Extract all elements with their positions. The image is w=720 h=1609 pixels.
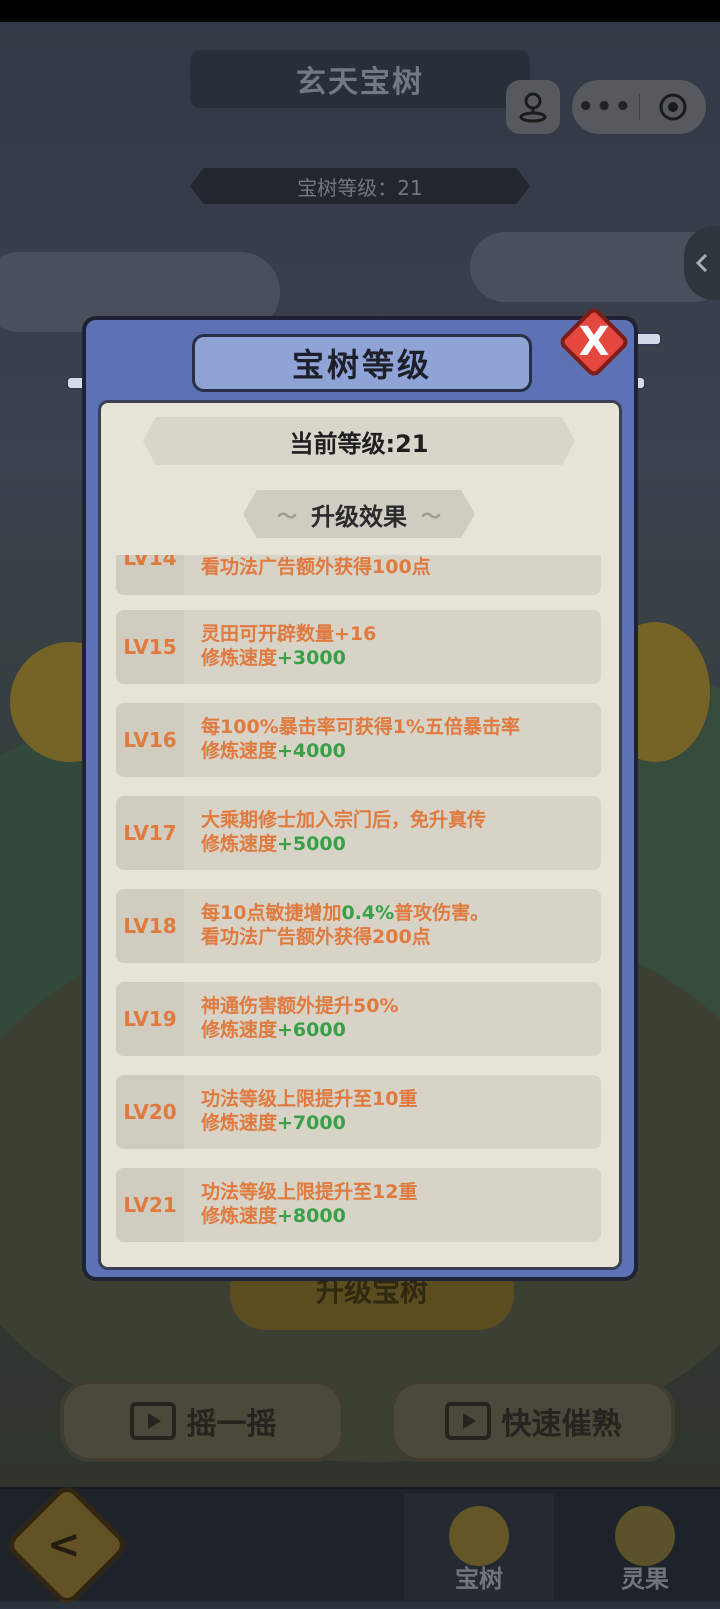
level-label: LV14: [116, 555, 184, 595]
dialog-content: 当前等级:21 〜 升级效果 〜 LV14 看功法广告额外获得100点 LV15…: [98, 400, 622, 1270]
level-row: LV15 灵田可开辟数量+16 修炼速度+3000: [116, 610, 601, 684]
level-effect-text: 每10点敏捷增加0.4%普攻伤害。 看功法广告额外获得200点: [201, 901, 593, 949]
level-row: LV14 看功法广告额外获得100点: [116, 555, 601, 595]
level-effect-text: 看功法广告额外获得100点: [201, 555, 593, 579]
level-label: LV21: [116, 1168, 184, 1242]
level-effect-list[interactable]: LV14 看功法广告额外获得100点 LV15 灵田可开辟数量+16 修炼速度+…: [101, 555, 619, 1267]
effect-value: +5000: [277, 833, 346, 855]
effect-title-label: 升级效果: [311, 502, 407, 531]
effect-line: 大乘期修士加入宗门后，免升真传: [201, 809, 487, 831]
effect-line: 功法等级上限提升至12重: [201, 1181, 418, 1203]
dialog-title: 宝树等级: [192, 334, 532, 392]
effect-line-part: 每10点敏捷增加: [201, 902, 342, 924]
level-label: LV18: [116, 889, 184, 963]
tree-level-dialog: 宝树等级 当前等级:21 〜 升级效果 〜 LV14 看功法广告额外获得100点…: [82, 316, 638, 1281]
level-effect-text: 功法等级上限提升至10重 修炼速度+7000: [201, 1087, 593, 1135]
effect-value: 0.4%: [341, 902, 395, 924]
close-icon: X: [578, 319, 610, 365]
level-effect-text: 每100%暴击率可获得1%五倍暴击率 修炼速度+4000: [201, 715, 593, 763]
level-label: LV16: [116, 703, 184, 777]
level-effect-text: 神通伤害额外提升50% 修炼速度+6000: [201, 994, 593, 1042]
effect-value: +8000: [277, 1205, 346, 1227]
current-level: 当前等级:21: [143, 417, 575, 465]
effect-value: +6000: [277, 1019, 346, 1041]
effect-line: 灵田可开辟数量+16: [201, 623, 377, 645]
cloud-swirl-icon: 〜: [421, 503, 441, 528]
effect-line: 看功法广告额外获得200点: [201, 926, 431, 948]
level-row: LV21 功法等级上限提升至12重 修炼速度+8000: [116, 1168, 601, 1242]
effect-value: +3000: [277, 647, 346, 669]
level-label: LV17: [116, 796, 184, 870]
effect-section-title: 〜 升级效果 〜: [243, 490, 475, 538]
level-row: LV17 大乘期修士加入宗门后，免升真传 修炼速度+5000: [116, 796, 601, 870]
effect-line: 看功法广告额外获得100点: [201, 556, 431, 578]
effect-line-prefix: 修炼速度: [201, 647, 278, 669]
effect-line: 每100%暴击率可获得1%五倍暴击率: [201, 716, 520, 738]
level-label: LV19: [116, 982, 184, 1056]
effect-value: +7000: [277, 1112, 346, 1134]
close-dialog-button[interactable]: X: [557, 305, 631, 379]
cloud-swirl-icon: 〜: [277, 503, 297, 528]
level-effect-text: 大乘期修士加入宗门后，免升真传 修炼速度+5000: [201, 808, 593, 856]
effect-line-prefix: 修炼速度: [201, 1205, 278, 1227]
level-row: LV16 每100%暴击率可获得1%五倍暴击率 修炼速度+4000: [116, 703, 601, 777]
effect-value: +4000: [277, 740, 346, 762]
level-effect-text: 功法等级上限提升至12重 修炼速度+8000: [201, 1180, 593, 1228]
effect-line-prefix: 修炼速度: [201, 740, 278, 762]
level-label: LV20: [116, 1075, 184, 1149]
effect-line-prefix: 修炼速度: [201, 833, 278, 855]
level-row: LV19 神通伤害额外提升50% 修炼速度+6000: [116, 982, 601, 1056]
effect-line-prefix: 修炼速度: [201, 1019, 278, 1041]
level-effect-text: 灵田可开辟数量+16 修炼速度+3000: [201, 622, 593, 670]
level-row: LV18 每10点敏捷增加0.4%普攻伤害。 看功法广告额外获得200点: [116, 889, 601, 963]
effect-line: 功法等级上限提升至10重: [201, 1088, 418, 1110]
level-row: LV20 功法等级上限提升至10重 修炼速度+7000: [116, 1075, 601, 1149]
effect-line-part: 普攻伤害。: [394, 902, 490, 924]
effect-line: 神通伤害额外提升50%: [201, 995, 399, 1017]
level-label: LV15: [116, 610, 184, 684]
effect-line-prefix: 修炼速度: [201, 1112, 278, 1134]
